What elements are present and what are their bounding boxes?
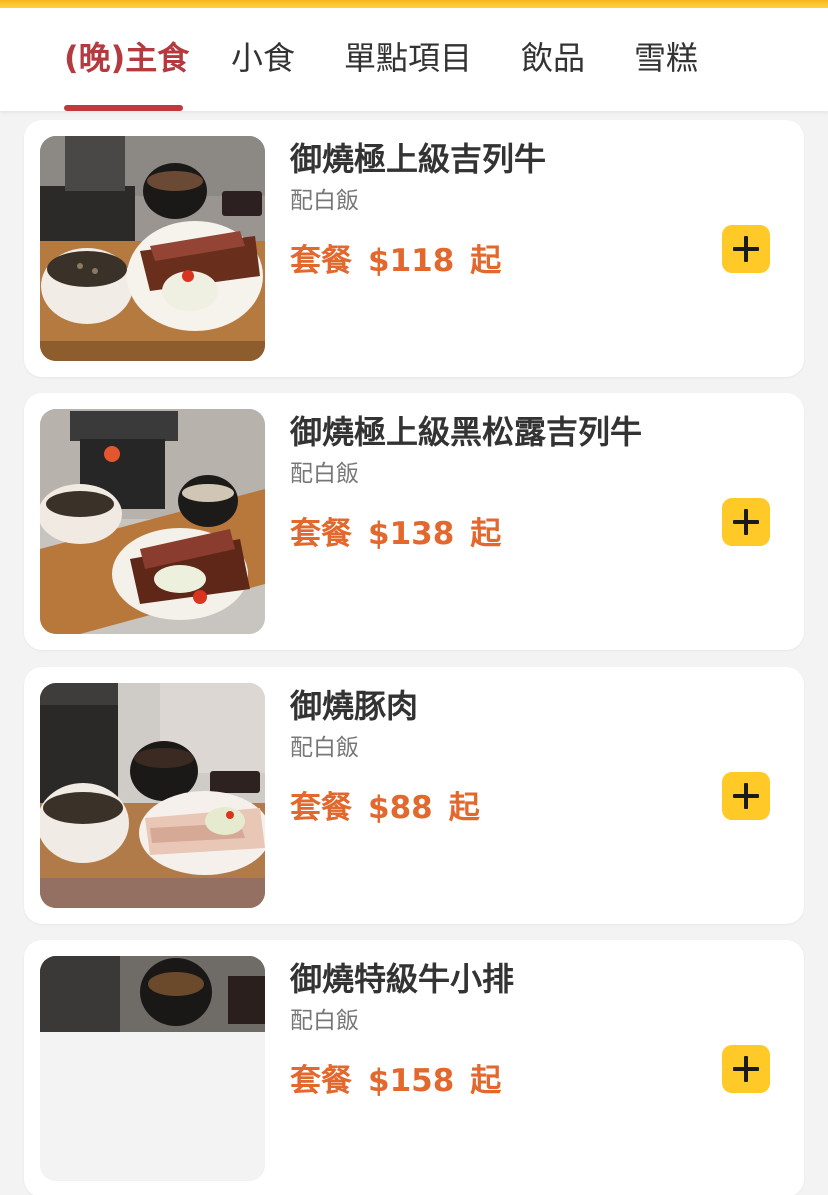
plus-icon [733, 509, 759, 535]
top-accent-strip [0, 0, 828, 8]
menu-item-card[interactable]: 御燒極上級黑松露吉列牛 配白飯 套餐 $138 起 [24, 393, 804, 650]
price-prefix: 套餐 [290, 1063, 352, 1099]
add-to-cart-button[interactable] [722, 498, 770, 546]
food-photo [40, 956, 265, 1181]
plus-icon [733, 783, 759, 809]
food-photo [40, 683, 265, 908]
item-price: 套餐 $88 起 [290, 787, 496, 829]
price-value: $138 [368, 516, 455, 552]
menu-item-card[interactable]: 御燒極上級吉列牛 配白飯 套餐 $118 起 [24, 120, 804, 377]
menu-item-card[interactable]: 御燒特級牛小排 配白飯 套餐 $158 起 [24, 940, 804, 1195]
price-prefix: 套餐 [290, 516, 352, 552]
tab-dinner-main[interactable]: (晚)主食 [64, 30, 189, 90]
food-photo [40, 409, 265, 634]
tab-ice-cream[interactable]: 雪糕 [634, 30, 698, 90]
item-subtitle: 配白飯 [290, 1008, 359, 1034]
price-suffix: 起 [470, 516, 502, 552]
price-value: $118 [368, 243, 455, 279]
price-value: $88 [368, 790, 433, 826]
active-tab-indicator [64, 105, 183, 111]
item-price: 套餐 $118 起 [290, 240, 517, 282]
item-subtitle: 配白飯 [290, 188, 359, 214]
category-tab-bar: (晚)主食 小食 單點項目 飲品 雪糕 [0, 8, 828, 111]
add-to-cart-button[interactable] [722, 772, 770, 820]
menu-item-card[interactable]: 御燒豚肉 配白飯 套餐 $88 起 [24, 667, 804, 924]
item-subtitle: 配白飯 [290, 461, 359, 487]
item-price: 套餐 $138 起 [290, 513, 517, 555]
price-value: $158 [368, 1063, 455, 1099]
item-subtitle: 配白飯 [290, 735, 359, 761]
item-name: 御燒豚肉 [290, 687, 419, 725]
menu-item-list: 御燒極上級吉列牛 配白飯 套餐 $118 起 御燒極上級黑松露吉列牛 配白飯 套… [0, 111, 828, 1195]
price-prefix: 套餐 [290, 243, 352, 279]
tab-drinks[interactable]: 飲品 [521, 30, 585, 90]
item-price: 套餐 $158 起 [290, 1060, 517, 1102]
item-name: 御燒極上級黑松露吉列牛 [290, 413, 643, 451]
item-name: 御燒極上級吉列牛 [290, 140, 547, 178]
add-to-cart-button[interactable] [722, 225, 770, 273]
item-name: 御燒特級牛小排 [290, 960, 515, 998]
tab-snacks[interactable]: 小食 [231, 30, 295, 90]
price-suffix: 起 [448, 790, 480, 826]
add-to-cart-button[interactable] [722, 1045, 770, 1093]
tab-a-la-carte[interactable]: 單點項目 [344, 30, 472, 90]
price-suffix: 起 [470, 243, 502, 279]
food-photo [40, 136, 265, 361]
price-prefix: 套餐 [290, 790, 352, 826]
plus-icon [733, 236, 759, 262]
plus-icon [733, 1056, 759, 1082]
price-suffix: 起 [470, 1063, 502, 1099]
